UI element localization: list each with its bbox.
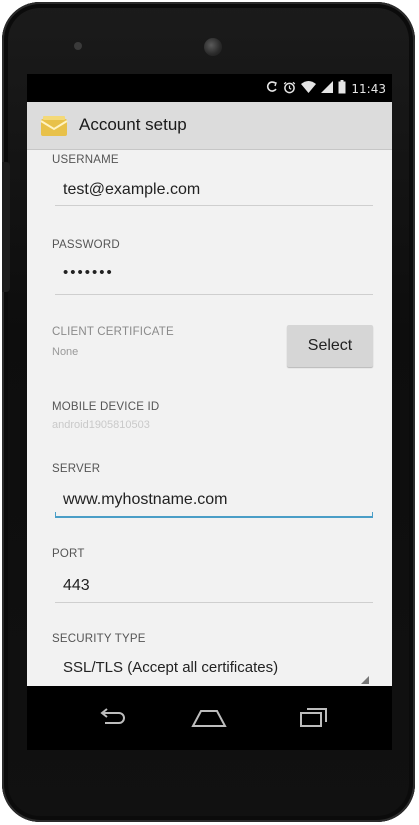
screen: 11:43 Account setup USERNAME test@exampl… xyxy=(27,74,392,750)
username-field[interactable]: test@example.com xyxy=(63,181,200,199)
status-time: 11:43 xyxy=(351,81,386,96)
username-label: USERNAME xyxy=(52,154,119,166)
action-bar-title: Account setup xyxy=(79,115,187,134)
email-app-icon[interactable] xyxy=(39,114,69,138)
earpiece-speaker xyxy=(74,42,82,50)
navigation-bar xyxy=(27,686,392,750)
action-bar: Account setup xyxy=(27,102,392,150)
volume-button xyxy=(2,162,10,292)
password-underline xyxy=(55,294,373,295)
select-certificate-button[interactable]: Select xyxy=(287,325,373,367)
security-type-spinner[interactable]: SSL/TLS (Accept all certificates) xyxy=(63,659,278,676)
alarm-icon xyxy=(283,81,296,97)
client-certificate-value: None xyxy=(52,346,79,358)
mobile-device-id-value: android1905810503 xyxy=(52,419,150,431)
server-underline-left-tick xyxy=(55,512,56,517)
port-label: PORT xyxy=(52,548,85,560)
server-label: SERVER xyxy=(52,463,101,475)
dropdown-arrow-icon[interactable] xyxy=(361,676,369,684)
server-underline-right-tick xyxy=(372,512,373,517)
front-camera xyxy=(204,38,222,56)
battery-icon xyxy=(338,80,346,97)
server-field[interactable]: www.myhostname.com xyxy=(63,491,228,509)
status-bar: 11:43 xyxy=(27,74,392,102)
sync-icon xyxy=(266,80,278,97)
signal-icon xyxy=(321,81,334,96)
wifi-icon xyxy=(301,81,317,96)
password-field[interactable]: ••••••• xyxy=(63,264,114,281)
phone-frame: 11:43 Account setup USERNAME test@exampl… xyxy=(2,2,415,822)
security-type-label: SECURITY TYPE xyxy=(52,633,146,645)
status-icons: 11:43 xyxy=(266,80,386,97)
back-button[interactable] xyxy=(91,704,131,732)
username-underline xyxy=(55,205,373,206)
server-underline xyxy=(55,516,373,518)
recents-button[interactable] xyxy=(293,704,333,732)
home-button[interactable] xyxy=(189,704,229,732)
port-underline xyxy=(55,602,373,603)
client-certificate-label: CLIENT CERTIFICATE xyxy=(52,326,174,338)
mobile-device-id-label: MOBILE DEVICE ID xyxy=(52,401,160,413)
password-label: PASSWORD xyxy=(52,239,120,251)
back-icon xyxy=(100,708,125,724)
home-icon xyxy=(191,710,227,727)
recents-icon xyxy=(300,708,327,727)
port-field[interactable]: 443 xyxy=(63,577,90,595)
account-setup-form: USERNAME test@example.com PASSWORD •••••… xyxy=(27,150,392,686)
